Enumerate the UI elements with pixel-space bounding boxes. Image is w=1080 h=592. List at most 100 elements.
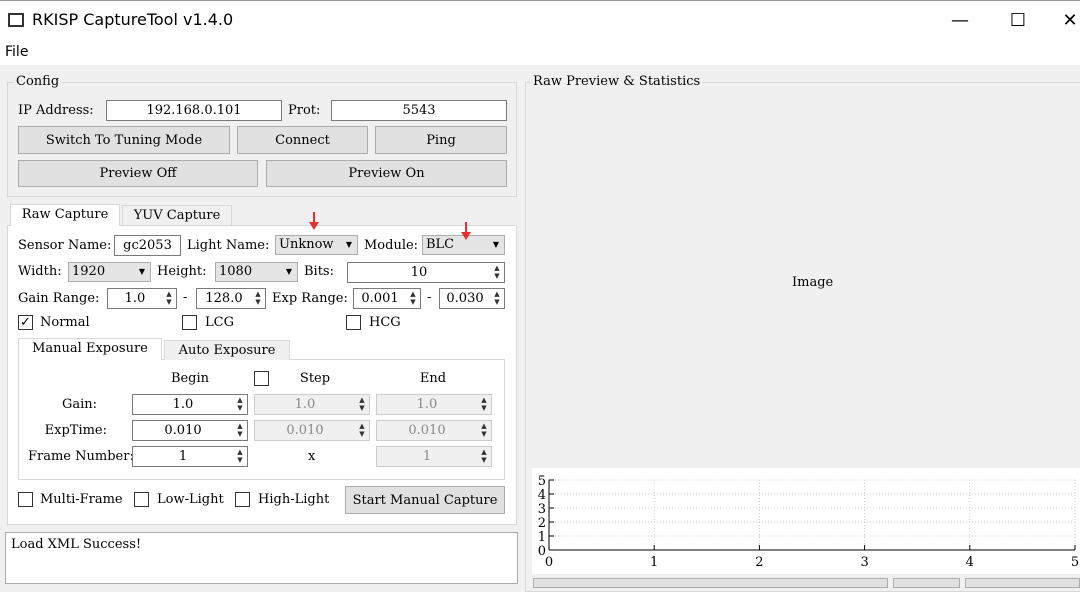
spin-arrows-icon: ▲ ▼ bbox=[481, 396, 487, 412]
ip-input[interactable]: 192.168.0.101 bbox=[106, 100, 282, 121]
tab-manual-exposure[interactable]: Manual Exposure bbox=[18, 338, 162, 360]
lcg-checkbox[interactable] bbox=[182, 315, 197, 330]
sensor-name-input[interactable]: gc2053 bbox=[114, 235, 181, 256]
menu-file[interactable]: File bbox=[5, 44, 28, 60]
port-input[interactable]: 5543 bbox=[331, 100, 507, 121]
exp-max-value: 0.030 bbox=[446, 291, 484, 306]
preview-title: Raw Preview & Statistics bbox=[531, 74, 703, 89]
begin-header: Begin bbox=[170, 371, 210, 386]
high-light-checkbox[interactable] bbox=[235, 492, 250, 507]
spin-arrows-icon[interactable]: ▲ ▼ bbox=[234, 422, 246, 439]
spin-arrows-icon[interactable]: ▲ ▼ bbox=[234, 448, 246, 465]
exp-step-spinbox: 0.010 ▲ ▼ bbox=[254, 420, 370, 441]
gain-end-value: 1.0 bbox=[416, 397, 438, 412]
bits-value: 10 bbox=[410, 265, 428, 280]
statistics-chart: 012345012345 bbox=[532, 468, 1080, 574]
gain-range-label: Gain Range: bbox=[18, 291, 100, 306]
frame-number-label: Frame Number: bbox=[28, 449, 134, 464]
bottom-button-3[interactable] bbox=[965, 578, 1080, 588]
menu-bar: File bbox=[0, 40, 1080, 65]
log-text: Load XML Success! bbox=[11, 537, 142, 552]
minimize-button[interactable]: — bbox=[940, 7, 980, 35]
tab-auto-exposure[interactable]: Auto Exposure bbox=[164, 340, 290, 360]
gain-begin-value: 1.0 bbox=[172, 397, 194, 412]
close-button[interactable]: ✕ bbox=[1050, 7, 1080, 35]
y-tick-label: 2 bbox=[538, 516, 546, 531]
window-title: RKISP CaptureTool v1.4.0 bbox=[32, 10, 234, 29]
bottom-button-1[interactable] bbox=[533, 578, 888, 588]
exp-min-value: 0.001 bbox=[361, 291, 399, 306]
spin-arrows-icon[interactable]: ▲ ▼ bbox=[252, 290, 264, 307]
light-name-combo[interactable]: Unknow ▼ bbox=[275, 235, 358, 255]
spin-arrows-icon[interactable]: ▲ ▼ bbox=[163, 290, 175, 307]
config-title: Config bbox=[14, 74, 62, 89]
gain-begin-spinbox[interactable]: 1.0 ▲ ▼ bbox=[132, 394, 248, 415]
hcg-label: HCG bbox=[369, 315, 401, 330]
bits-spinbox[interactable]: 10 ▲ ▼ bbox=[347, 262, 505, 283]
x-tick-label: 0 bbox=[545, 555, 553, 570]
app-icon bbox=[8, 13, 24, 27]
tab-yuv-capture[interactable]: YUV Capture bbox=[122, 205, 232, 225]
low-light-label: Low-Light bbox=[157, 492, 224, 507]
x-tick-label: 1 bbox=[650, 555, 658, 570]
light-name-label: Light Name: bbox=[187, 238, 270, 253]
connect-button[interactable]: Connect bbox=[237, 126, 368, 154]
y-tick-label: 0 bbox=[538, 544, 546, 559]
y-tick-label: 5 bbox=[538, 474, 546, 489]
maximize-button[interactable]: ☐ bbox=[998, 7, 1038, 35]
frame-end-value: 1 bbox=[422, 449, 432, 464]
chevron-down-icon: ▼ bbox=[492, 240, 499, 249]
gain-max-spinbox[interactable]: 128.0 ▲ ▼ bbox=[196, 288, 266, 309]
width-combo[interactable]: 1920 ▼ bbox=[68, 262, 151, 282]
spin-arrows-icon: ▲ ▼ bbox=[481, 422, 487, 438]
spin-arrows-icon[interactable]: ▲ ▼ bbox=[407, 290, 419, 307]
preview-off-button[interactable]: Preview Off bbox=[18, 160, 258, 187]
tab-raw-capture[interactable]: Raw Capture bbox=[10, 204, 120, 226]
exp-end-spinbox: 0.010 ▲ ▼ bbox=[376, 420, 492, 441]
exp-begin-spinbox[interactable]: 0.010 ▲ ▼ bbox=[132, 420, 248, 441]
step-header: Step bbox=[299, 371, 331, 386]
spin-arrows-icon[interactable]: ▲ ▼ bbox=[491, 264, 503, 281]
x-tick-label: 5 bbox=[1071, 555, 1079, 570]
spin-arrows-icon[interactable]: ▲ ▼ bbox=[234, 396, 246, 413]
hcg-checkbox[interactable] bbox=[346, 315, 361, 330]
switch-tuning-button[interactable]: Switch To Tuning Mode bbox=[18, 126, 230, 154]
chart-svg: 0 1 2 3 4 5012345 bbox=[538, 474, 1079, 570]
multi-frame-checkbox[interactable] bbox=[18, 492, 33, 507]
gain-step-value: 1.0 bbox=[294, 397, 316, 412]
frame-begin-spinbox[interactable]: 1 ▲ ▼ bbox=[132, 446, 248, 467]
step-checkbox[interactable] bbox=[254, 371, 269, 386]
exp-max-spinbox[interactable]: 0.030 ▲ ▼ bbox=[439, 288, 505, 309]
gain-end-spinbox: 1.0 ▲ ▼ bbox=[376, 394, 492, 415]
exp-min-spinbox[interactable]: 0.001 ▲ ▼ bbox=[353, 288, 421, 309]
gain-range-dash: - bbox=[183, 290, 188, 305]
normal-checkbox[interactable]: ✓ bbox=[18, 315, 33, 330]
spin-arrows-icon: ▲ ▼ bbox=[481, 448, 487, 464]
exp-range-dash: - bbox=[427, 290, 432, 305]
y-tick-label: 1 bbox=[538, 530, 546, 545]
bits-label: Bits: bbox=[304, 264, 334, 279]
height-label: Height: bbox=[157, 264, 207, 279]
module-label: Module: bbox=[364, 238, 419, 253]
low-light-checkbox[interactable] bbox=[134, 492, 149, 507]
normal-label: Normal bbox=[40, 315, 90, 330]
height-combo[interactable]: 1080 ▼ bbox=[215, 262, 298, 282]
multi-frame-label: Multi-Frame bbox=[40, 492, 123, 507]
frame-x-label: x bbox=[308, 449, 316, 464]
log-output[interactable]: Load XML Success! bbox=[5, 532, 518, 584]
end-header: End bbox=[419, 371, 447, 386]
bottom-button-2[interactable] bbox=[893, 578, 960, 588]
x-tick-label: 3 bbox=[860, 555, 868, 570]
gain-min-spinbox[interactable]: 1.0 ▲ ▼ bbox=[107, 288, 177, 309]
exp-range-label: Exp Range: bbox=[272, 291, 348, 306]
frame-begin-value: 1 bbox=[178, 449, 188, 464]
start-manual-capture-button[interactable]: Start Manual Capture bbox=[345, 486, 505, 514]
ip-label: IP Address: bbox=[18, 103, 94, 118]
gain-min-value: 1.0 bbox=[124, 291, 146, 306]
spin-arrows-icon[interactable]: ▲ ▼ bbox=[491, 290, 503, 307]
width-value: 1920 bbox=[72, 264, 106, 279]
gain-max-value: 128.0 bbox=[205, 291, 243, 306]
y-tick-label: 3 bbox=[538, 502, 546, 517]
preview-on-button[interactable]: Preview On bbox=[266, 160, 507, 187]
ping-button[interactable]: Ping bbox=[375, 126, 507, 154]
